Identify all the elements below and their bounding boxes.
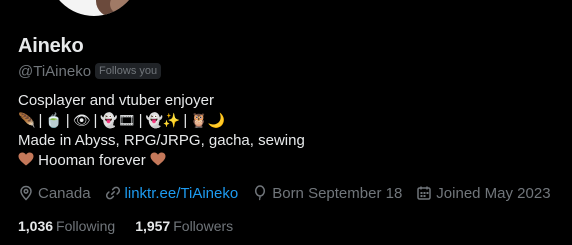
birthday: Born September 18 (252, 185, 402, 202)
handle: @TiAineko (18, 62, 92, 80)
profile-meta: Canada linktr.ee/TiAineko Born September… (18, 183, 565, 203)
feather-icon: 🪶 (18, 113, 36, 129)
join-date-text: Joined May 2023 (436, 184, 551, 202)
handle-row: @TiAineko Follows you (18, 61, 162, 81)
calendar-icon (417, 186, 432, 200)
ghost-film-icon: 👻🎞 (100, 113, 136, 129)
following-stat[interactable]: 1,036 Following (18, 218, 115, 234)
eye-icon: 👁 (72, 113, 91, 129)
ghost-sparkles-icon: 👻✨ (145, 113, 181, 129)
bio-line-1: Cosplayer and vtuber enjoyer (18, 92, 214, 109)
location-text: Canada (38, 184, 91, 202)
matcha-icon: 🍵 (45, 113, 63, 129)
avatar[interactable] (46, 0, 142, 18)
followers-count: 1,957 (135, 218, 171, 234)
bio-emoji-line: 🪶 | 🍵 | 👁 | 👻🎞 | 👻✨ | 🦉🌙 (18, 112, 226, 129)
owl-moon-icon: 🦉🌙 (190, 113, 226, 129)
bio: Cosplayer and vtuber enjoyer 🪶 | 🍵 | 👁 | 👻🎞 | 👻✨… (18, 91, 305, 171)
follows-you-badge: Follows you (95, 63, 162, 79)
balloon-icon (255, 185, 266, 201)
followers-stat[interactable]: 1,957 Followers (135, 218, 233, 234)
followers-label: Followers (173, 218, 234, 234)
display-name: Aineko (18, 35, 84, 57)
bio-line-3: Made in Abyss, RPG/JRPG, gacha, sewing (18, 132, 305, 149)
birthday-text: Born September 18 (272, 184, 403, 202)
following-label: Following (56, 218, 116, 234)
location-pin-icon (20, 185, 32, 201)
bio-line-4: Hooman forever (18, 151, 305, 171)
location: Canada (18, 185, 91, 202)
follow-stats: 1,036 Following 1,957 Followers (18, 218, 253, 234)
heart-icon (150, 152, 166, 166)
website[interactable]: linktr.ee/TiAineko (105, 185, 239, 202)
link-icon (105, 186, 120, 200)
heart-icon (18, 152, 34, 166)
join-date: Joined May 2023 (416, 184, 551, 202)
following-count: 1,036 (18, 218, 54, 234)
profile-name-block: Aineko @TiAineko Follows you (18, 34, 162, 81)
bio-line-4-text: Hooman forever (38, 152, 146, 169)
website-link[interactable]: linktr.ee/TiAineko (125, 185, 239, 202)
